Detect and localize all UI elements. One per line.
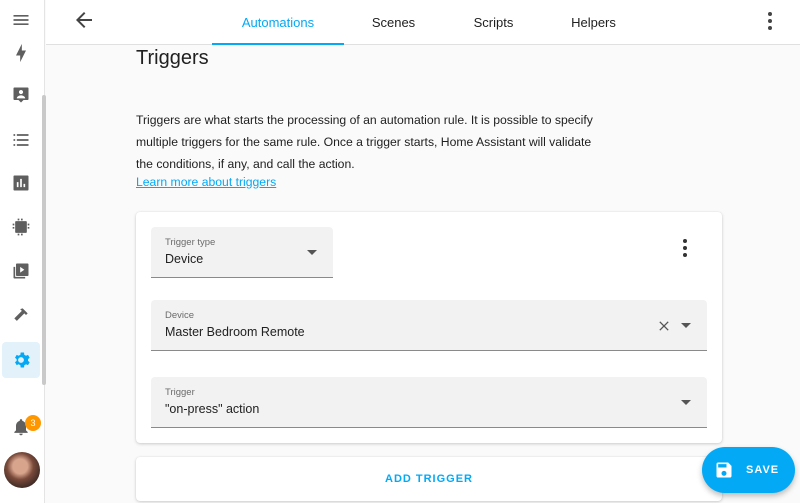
menu-icon[interactable] bbox=[6, 5, 36, 35]
cog-icon[interactable] bbox=[2, 342, 40, 378]
trigger-value: "on-press" action bbox=[165, 402, 260, 416]
trigger-type-label: Trigger type bbox=[165, 237, 216, 248]
trigger-label: Trigger bbox=[165, 387, 195, 398]
learn-more-link[interactable]: Learn more about triggers bbox=[136, 175, 276, 189]
format-list-icon[interactable] bbox=[6, 125, 36, 155]
add-trigger-card: ADD TRIGGER bbox=[136, 457, 722, 501]
tab-helpers[interactable]: Helpers bbox=[551, 0, 636, 45]
lightning-bolt-icon[interactable] bbox=[6, 38, 36, 68]
section-description: Triggers are what starts the processing … bbox=[136, 113, 593, 171]
notification-badge: 3 bbox=[25, 415, 41, 431]
device-label: Device bbox=[165, 310, 195, 321]
trigger-card: Trigger type Device Device Master Bedroo… bbox=[136, 212, 722, 443]
play-box-icon[interactable] bbox=[6, 256, 36, 286]
add-trigger-button[interactable]: ADD TRIGGER bbox=[136, 457, 722, 501]
device-picker[interactable]: Device Master Bedroom Remote bbox=[151, 300, 707, 351]
floppy-disk-icon bbox=[716, 462, 732, 478]
chevron-down-icon bbox=[681, 400, 691, 405]
clear-icon[interactable] bbox=[656, 318, 672, 334]
back-arrow-icon[interactable] bbox=[72, 8, 96, 32]
chevron-down-icon bbox=[307, 250, 317, 255]
section-title: Triggers bbox=[136, 47, 209, 69]
sidebar-scrollbar[interactable] bbox=[42, 95, 46, 385]
trigger-type-select[interactable]: Trigger type Device bbox=[151, 227, 333, 278]
hammer-icon[interactable] bbox=[6, 300, 36, 330]
device-value: Master Bedroom Remote bbox=[165, 325, 305, 339]
avatar[interactable] bbox=[4, 452, 40, 488]
tab-automations[interactable]: Automations bbox=[212, 0, 344, 45]
chart-box-icon[interactable] bbox=[6, 168, 36, 198]
chip-icon[interactable] bbox=[6, 212, 36, 242]
sidebar: 3 bbox=[0, 0, 46, 503]
chevron-down-icon[interactable] bbox=[681, 323, 691, 328]
trigger-menu-icon[interactable] bbox=[677, 236, 693, 260]
more-vert-icon[interactable] bbox=[758, 9, 782, 33]
top-app-bar: Automations Scenes Scripts Helpers bbox=[46, 0, 800, 45]
save-button[interactable]: SAVE bbox=[702, 447, 795, 493]
trigger-type-value: Device bbox=[165, 252, 204, 266]
save-label: SAVE bbox=[746, 464, 780, 476]
tab-scenes[interactable]: Scenes bbox=[351, 0, 436, 45]
account-box-icon[interactable] bbox=[6, 80, 36, 110]
trigger-select[interactable]: Trigger "on-press" action bbox=[151, 377, 707, 428]
tab-scripts[interactable]: Scripts bbox=[451, 0, 536, 45]
